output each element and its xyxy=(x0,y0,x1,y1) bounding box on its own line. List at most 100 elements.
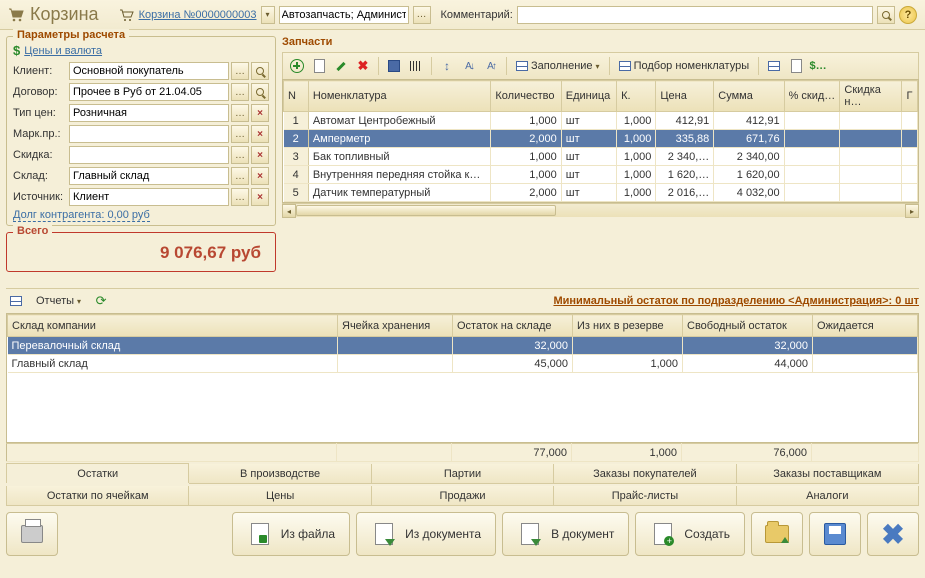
doc-number-link[interactable]: Корзина №0000000003 xyxy=(139,9,257,21)
stock-row[interactable]: Перевалочный склад32,00032,000 xyxy=(8,337,918,355)
parts-col-header[interactable]: Единица xyxy=(561,81,616,112)
fill-dropdown[interactable]: Заполнение▾ xyxy=(512,60,604,72)
brand-ellipsis[interactable]: … xyxy=(231,125,249,143)
print-button[interactable] xyxy=(6,512,58,556)
sort-desc-button[interactable]: A↑ xyxy=(481,56,501,76)
discount-ellipsis[interactable]: … xyxy=(231,146,249,164)
stock-col-header[interactable]: Склад компании xyxy=(8,315,338,337)
from-doc-button[interactable]: Из документа xyxy=(356,512,496,556)
window-title: Корзина xyxy=(30,4,99,25)
parts-col-header[interactable]: Цена xyxy=(656,81,714,112)
tab[interactable]: Аналоги xyxy=(737,486,919,506)
doc-dropdown[interactable]: ▾ xyxy=(261,6,275,24)
from-file-button[interactable]: Из файла xyxy=(232,512,350,556)
dollar-icon: $ xyxy=(13,43,20,58)
tab[interactable]: Прайс-листы xyxy=(554,486,736,506)
grid-settings-button[interactable] xyxy=(764,56,784,76)
brand-clear[interactable]: × xyxy=(251,125,269,143)
close-button[interactable]: ✖ xyxy=(867,512,919,556)
scroll-right-button[interactable]: ▸ xyxy=(905,204,919,218)
move-up-button[interactable]: ↕ xyxy=(437,56,457,76)
context-ellipsis[interactable]: … xyxy=(413,6,431,24)
contract-ellipsis[interactable]: … xyxy=(231,83,249,101)
ptype-ellipsis[interactable]: … xyxy=(231,104,249,122)
tab[interactable]: Партии xyxy=(372,464,554,484)
open-folder-button[interactable] xyxy=(751,512,803,556)
parts-col-header[interactable]: Номенклатура xyxy=(308,81,491,112)
tab[interactable]: Заказы поставщикам xyxy=(737,464,919,484)
barcode-button[interactable] xyxy=(406,56,426,76)
create-button[interactable]: Создать xyxy=(635,512,745,556)
stock-col-header[interactable]: Ячейка хранения xyxy=(338,315,453,337)
parts-col-header[interactable]: % скид… xyxy=(784,81,840,112)
warehouse-clear[interactable]: × xyxy=(251,167,269,185)
comment-input[interactable] xyxy=(517,6,873,24)
parts-row[interactable]: 3Бак топливный1,000шт1,0002 340,…2 340,0… xyxy=(284,148,918,166)
debt-link[interactable]: Долг контрагента: 0,00 руб xyxy=(13,209,150,222)
parts-col-header[interactable]: Г xyxy=(902,81,918,112)
ptype-input[interactable] xyxy=(69,104,229,122)
stock-col-header[interactable]: Из них в резерве xyxy=(573,315,683,337)
warehouse-input[interactable] xyxy=(69,167,229,185)
stock-col-header[interactable]: Ожидается xyxy=(813,315,918,337)
tab[interactable]: Заказы покупателей xyxy=(554,464,736,484)
warehouse-ellipsis[interactable]: … xyxy=(231,167,249,185)
edit-row-button[interactable] xyxy=(331,56,351,76)
context-field[interactable] xyxy=(279,6,409,24)
scroll-left-button[interactable]: ◂ xyxy=(282,204,296,218)
tab[interactable]: Цены xyxy=(189,486,371,506)
stock-grid[interactable]: Склад компанииЯчейка храненияОстаток на … xyxy=(6,313,919,443)
ptype-clear[interactable]: × xyxy=(251,104,269,122)
pick-nomenclature-button[interactable]: Подбор номенклатуры xyxy=(615,60,754,72)
stock-col-header[interactable]: Свободный остаток xyxy=(683,315,813,337)
parts-row[interactable]: 2Амперметр2,000шт1,000335,88671,76 xyxy=(284,130,918,148)
parts-hscroll[interactable]: ◂ ▸ xyxy=(282,203,919,217)
client-ellipsis[interactable]: … xyxy=(231,62,249,80)
tab[interactable]: Продажи xyxy=(372,486,554,506)
stock-col-header[interactable]: Остаток на складе xyxy=(453,315,573,337)
scroll-thumb[interactable] xyxy=(296,205,556,216)
refresh-button[interactable]: ⟳ xyxy=(91,291,111,311)
help-button[interactable]: ? xyxy=(899,6,917,24)
copy-row-button[interactable] xyxy=(309,56,329,76)
contract-input[interactable] xyxy=(69,83,229,101)
reports-icon[interactable] xyxy=(6,291,26,311)
save-disk-button[interactable] xyxy=(809,512,861,556)
client-search[interactable] xyxy=(251,62,269,80)
to-doc-button[interactable]: В документ xyxy=(502,512,629,556)
parts-col-header[interactable]: N xyxy=(284,81,309,112)
warehouse-label: Склад: xyxy=(13,170,67,182)
tab[interactable]: Остатки по ячейкам xyxy=(6,486,189,506)
parts-row[interactable]: 1Автомат Центробежный1,000шт1,000412,914… xyxy=(284,112,918,130)
reports-dropdown[interactable]: Отчеты▾ xyxy=(32,295,85,307)
source-input[interactable] xyxy=(69,188,229,206)
discount-clear[interactable]: × xyxy=(251,146,269,164)
add-row-button[interactable] xyxy=(287,56,307,76)
price-button[interactable]: $… xyxy=(808,56,828,76)
parts-row[interactable]: 5Датчик температурный2,000шт1,0002 016,…… xyxy=(284,184,918,202)
brand-input[interactable] xyxy=(69,125,229,143)
contract-search[interactable] xyxy=(251,83,269,101)
delete-row-button[interactable]: ✖ xyxy=(353,56,373,76)
tabs-row-2: Остатки по ячейкамЦеныПродажиПрайс-листы… xyxy=(6,486,919,506)
stock-row[interactable]: Главный склад45,0001,00044,000 xyxy=(8,355,918,373)
save-button[interactable] xyxy=(384,56,404,76)
copy-button[interactable] xyxy=(786,56,806,76)
parts-col-header[interactable]: К. xyxy=(617,81,656,112)
source-clear[interactable]: × xyxy=(251,188,269,206)
prices-link[interactable]: Цены и валюта xyxy=(24,45,102,57)
parts-col-header[interactable]: Скидка н… xyxy=(840,81,902,112)
parts-col-header[interactable]: Сумма xyxy=(714,81,784,112)
tab[interactable]: Остатки xyxy=(6,463,189,483)
client-input[interactable] xyxy=(69,62,229,80)
discount-input[interactable] xyxy=(69,146,229,164)
parts-row[interactable]: 4Внутренняя передняя стойка к…1,000шт1,0… xyxy=(284,166,918,184)
parts-grid[interactable]: NНоменклатураКоличествоЕдиницаК.ЦенаСумм… xyxy=(282,79,919,203)
source-ellipsis[interactable]: … xyxy=(231,188,249,206)
parts-col-header[interactable]: Количество xyxy=(491,81,561,112)
sort-asc-button[interactable]: A↓ xyxy=(459,56,479,76)
tab[interactable]: В производстве xyxy=(189,464,371,484)
min-stock-link[interactable]: Минимальный остаток по подразделению <Ад… xyxy=(553,295,919,307)
discount-label: Скидка: xyxy=(13,149,67,161)
comment-search[interactable] xyxy=(877,6,895,24)
